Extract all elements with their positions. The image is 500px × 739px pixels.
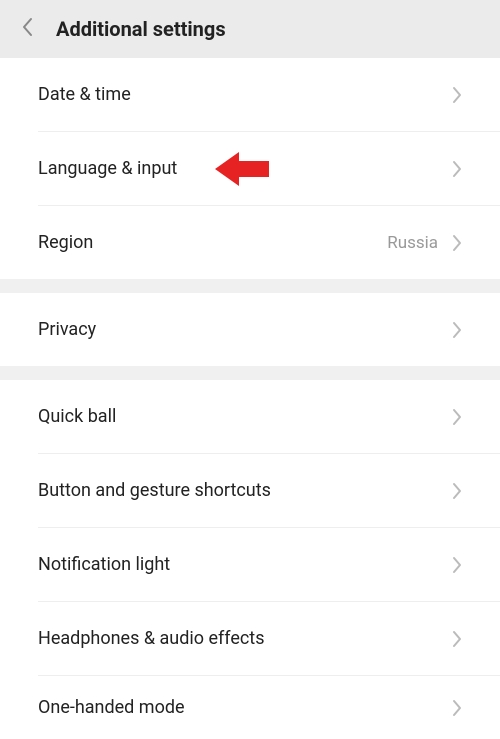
settings-section: Privacy — [0, 293, 500, 366]
row-language-input[interactable]: Language & input — [0, 132, 500, 205]
row-label: One-handed mode — [38, 697, 452, 718]
settings-section: Date & time Language & input Region Russ… — [0, 58, 500, 279]
row-label: Privacy — [38, 319, 452, 340]
row-label: Language & input — [38, 158, 452, 179]
header-bar: Additional settings — [0, 0, 500, 58]
row-button-gesture-shortcuts[interactable]: Button and gesture shortcuts — [0, 454, 500, 527]
chevron-right-icon — [452, 234, 462, 252]
chevron-left-icon — [21, 17, 33, 41]
settings-section: Quick ball Button and gesture shortcuts … — [0, 380, 500, 739]
back-button[interactable] — [16, 18, 38, 40]
row-label: Date & time — [38, 84, 452, 105]
row-value: Russia — [387, 233, 438, 253]
row-label: Headphones & audio effects — [38, 628, 452, 649]
row-label: Button and gesture shortcuts — [38, 480, 452, 501]
row-notification-light[interactable]: Notification light — [0, 528, 500, 601]
row-quick-ball[interactable]: Quick ball — [0, 380, 500, 453]
chevron-right-icon — [452, 630, 462, 648]
row-headphones-audio-effects[interactable]: Headphones & audio effects — [0, 602, 500, 675]
chevron-right-icon — [452, 160, 462, 178]
chevron-right-icon — [452, 86, 462, 104]
row-label: Notification light — [38, 554, 452, 575]
chevron-right-icon — [452, 699, 462, 717]
page-title: Additional settings — [56, 17, 226, 41]
row-region[interactable]: Region Russia — [0, 206, 500, 279]
row-label: Quick ball — [38, 406, 452, 427]
chevron-right-icon — [452, 482, 462, 500]
row-label: Region — [38, 232, 387, 253]
chevron-right-icon — [452, 556, 462, 574]
chevron-right-icon — [452, 321, 462, 339]
chevron-right-icon — [452, 408, 462, 426]
row-date-time[interactable]: Date & time — [0, 58, 500, 131]
row-privacy[interactable]: Privacy — [0, 293, 500, 366]
row-one-handed-mode[interactable]: One-handed mode — [0, 676, 500, 739]
